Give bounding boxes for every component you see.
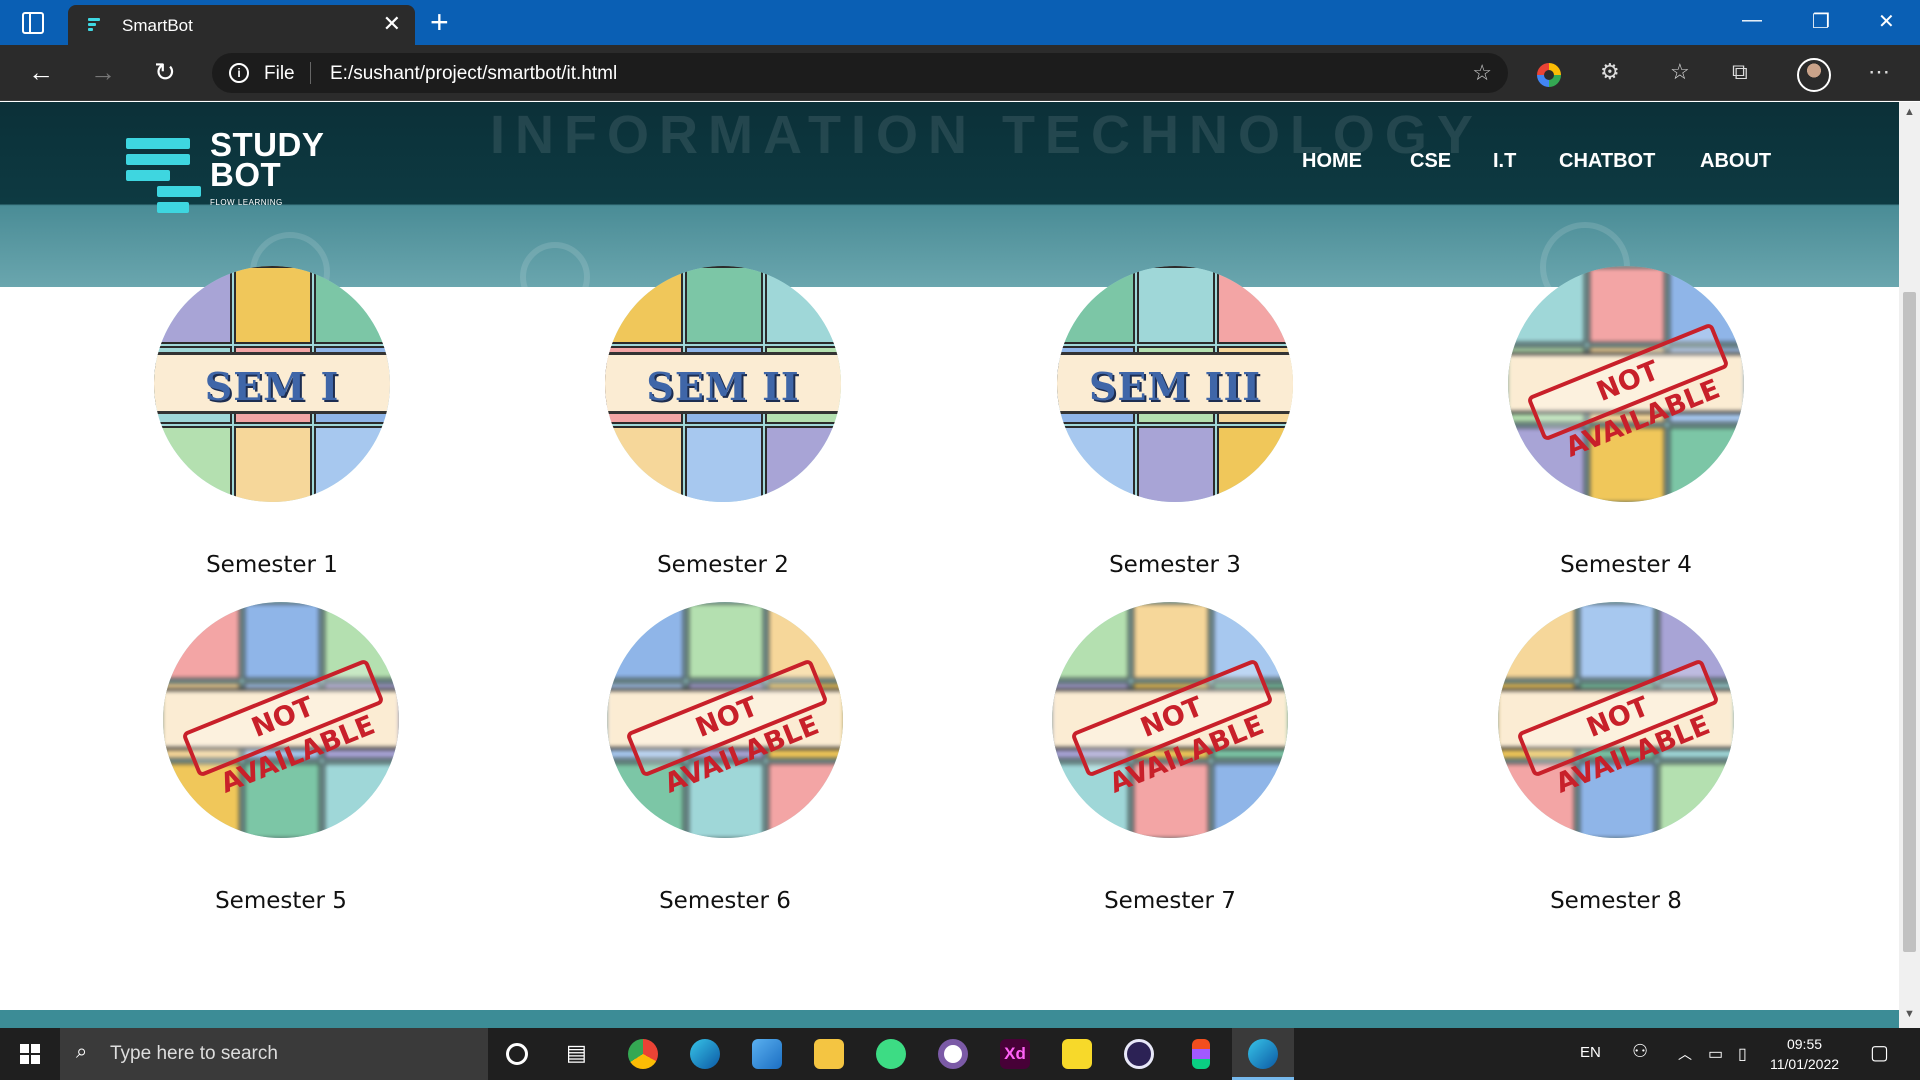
address-bar[interactable]: i File E:/sushant/project/smartbot/it.ht… (212, 53, 1508, 93)
tray-chevron-icon[interactable]: ︿ (1678, 1044, 1692, 1064)
semester-label[interactable]: Semester 3 (1055, 552, 1295, 578)
semester-image[interactable]: NOT AVAILABLE (1052, 602, 1288, 838)
edge-active-icon[interactable] (1248, 1039, 1278, 1069)
nav-it[interactable]: I.T (1493, 150, 1516, 173)
address-url[interactable]: E:/sushant/project/smartbot/it.html (330, 63, 617, 85)
sticky-notes-icon[interactable] (1062, 1039, 1092, 1069)
search-placeholder: Type here to search (110, 1043, 278, 1064)
figma-icon[interactable] (1192, 1039, 1210, 1069)
nav-about[interactable]: ABOUT (1700, 150, 1771, 173)
new-tab-button[interactable]: + (430, 4, 449, 41)
nav-cse[interactable]: CSE (1410, 150, 1451, 173)
cortana-icon[interactable] (506, 1043, 528, 1065)
browser-toolbar: ← → ↻ i File E:/sushant/project/smartbot… (0, 45, 1920, 101)
address-scheme: File (264, 63, 295, 84)
extensions-icon[interactable]: ⚙ (1600, 59, 1620, 85)
nav-chatbot[interactable]: CHATBOT (1559, 150, 1655, 173)
browser-titlebar: SmartBot ✕ + — ❐ ✕ (0, 0, 1920, 45)
web-page: INFORMATION TECHNOLOGY STUDY BOT FLOW LE… (0, 102, 1899, 1028)
semester-card[interactable]: SEM III Semester 3 (1055, 266, 1295, 578)
semester-label[interactable]: Semester 7 (1050, 888, 1290, 914)
semester-card[interactable]: NOT AVAILABLE Semester 5 (161, 602, 401, 914)
minimize-icon[interactable]: — (1742, 9, 1762, 32)
close-tab-icon[interactable]: ✕ (383, 11, 401, 37)
profile-avatar[interactable] (1797, 58, 1831, 92)
tab-title: SmartBot (122, 16, 193, 35)
footer-band (0, 1010, 1899, 1028)
eclipse-icon[interactable] (1124, 1039, 1154, 1069)
semester-badge: SEM I (204, 364, 340, 409)
page-scrollbar[interactable]: ▲ ▼ (1899, 102, 1920, 1028)
adobe-xd-icon[interactable]: Xd (1000, 1039, 1030, 1069)
add-favorite-icon[interactable]: ☆ (1472, 60, 1492, 86)
semester-card[interactable]: NOT AVAILABLE Semester 8 (1496, 602, 1736, 914)
info-icon[interactable]: i (229, 63, 249, 83)
semester-image[interactable]: SEM II (605, 266, 841, 502)
android-studio-icon[interactable] (876, 1039, 906, 1069)
semester-label[interactable]: Semester 4 (1506, 552, 1746, 578)
collections-icon[interactable]: ⧉ (1732, 59, 1748, 85)
logo-tagline: FLOW LEARNING (210, 198, 283, 207)
search-icon: ⌕ (76, 1041, 88, 1063)
semester-badge: SEM III (1088, 364, 1262, 409)
chrome-extension-icon[interactable] (1537, 63, 1561, 87)
task-view-icon[interactable]: ▤ (566, 1040, 596, 1070)
favicon-icon (88, 18, 100, 32)
refresh-icon[interactable]: ↻ (154, 57, 176, 88)
semester-label[interactable]: Semester 6 (605, 888, 845, 914)
scroll-down-icon[interactable]: ▼ (1904, 1008, 1915, 1020)
clock-date: 11/01/2022 (1770, 1056, 1840, 1072)
edge-icon[interactable] (690, 1039, 720, 1069)
semester-card[interactable]: NOT AVAILABLE Semester 6 (605, 602, 845, 914)
scroll-up-icon[interactable]: ▲ (1904, 106, 1915, 118)
semester-label[interactable]: Semester 2 (603, 552, 843, 578)
semester-image[interactable]: NOT AVAILABLE (163, 602, 399, 838)
taskbar-search[interactable]: ⌕ Type here to search (60, 1028, 488, 1080)
obs-icon[interactable] (938, 1039, 968, 1069)
semester-card[interactable]: NOT AVAILABLE Semester 4 (1506, 266, 1746, 578)
browser-tab[interactable]: SmartBot ✕ (68, 5, 415, 45)
semester-label[interactable]: Semester 1 (152, 552, 392, 578)
start-icon[interactable] (20, 1044, 40, 1064)
semester-image[interactable]: SEM I (154, 266, 390, 502)
network-icon[interactable]: ▭ (1708, 1044, 1723, 1064)
more-menu-icon[interactable]: ⋯ (1868, 59, 1890, 85)
semester-label[interactable]: Semester 5 (161, 888, 401, 914)
battery-icon[interactable]: ▯ (1738, 1044, 1747, 1064)
semester-card[interactable]: SEM II Semester 2 (603, 266, 843, 578)
windows-taskbar: ⌕ Type here to search ▤ Xd EN ⚇ ︿ ▭ ▯ 09… (0, 1028, 1920, 1080)
scroll-thumb[interactable] (1903, 292, 1916, 952)
file-explorer-icon[interactable] (814, 1039, 844, 1069)
semester-image[interactable]: NOT AVAILABLE (1508, 266, 1744, 502)
logo-text[interactable]: STUDY BOT (210, 128, 324, 193)
system-clock[interactable]: 09:55 11/01/2022 (1770, 1034, 1839, 1074)
address-divider (310, 62, 311, 84)
laptop-icon[interactable] (752, 1039, 782, 1069)
clock-time: 09:55 (1786, 1036, 1823, 1052)
logo-line2: BOT (210, 156, 282, 193)
people-icon[interactable]: ⚇ (1632, 1041, 1648, 1062)
language-indicator[interactable]: EN (1580, 1044, 1601, 1061)
favorites-icon[interactable]: ☆ (1670, 59, 1690, 85)
semester-image[interactable]: NOT AVAILABLE (1498, 602, 1734, 838)
semester-image[interactable]: NOT AVAILABLE (607, 602, 843, 838)
restore-icon[interactable]: ❐ (1812, 9, 1830, 34)
semester-label[interactable]: Semester 8 (1496, 888, 1736, 914)
semester-badge: SEM II (646, 364, 800, 409)
chrome-icon[interactable] (628, 1039, 658, 1069)
hero-header: INFORMATION TECHNOLOGY STUDY BOT FLOW LE… (0, 102, 1899, 287)
tab-actions-icon[interactable] (22, 12, 44, 34)
wrench-decoration-icon (520, 242, 590, 287)
nav-home[interactable]: HOME (1302, 150, 1362, 173)
forward-icon[interactable]: → (90, 57, 116, 88)
notification-icon[interactable]: ▢ (1870, 1040, 1889, 1065)
back-icon[interactable]: ← (28, 57, 54, 88)
semester-card[interactable]: SEM I Semester 1 (152, 266, 392, 578)
semester-card[interactable]: NOT AVAILABLE Semester 7 (1050, 602, 1290, 914)
semester-image[interactable]: SEM III (1057, 266, 1293, 502)
logo-icon[interactable] (126, 138, 201, 218)
close-window-icon[interactable]: ✕ (1878, 9, 1895, 34)
